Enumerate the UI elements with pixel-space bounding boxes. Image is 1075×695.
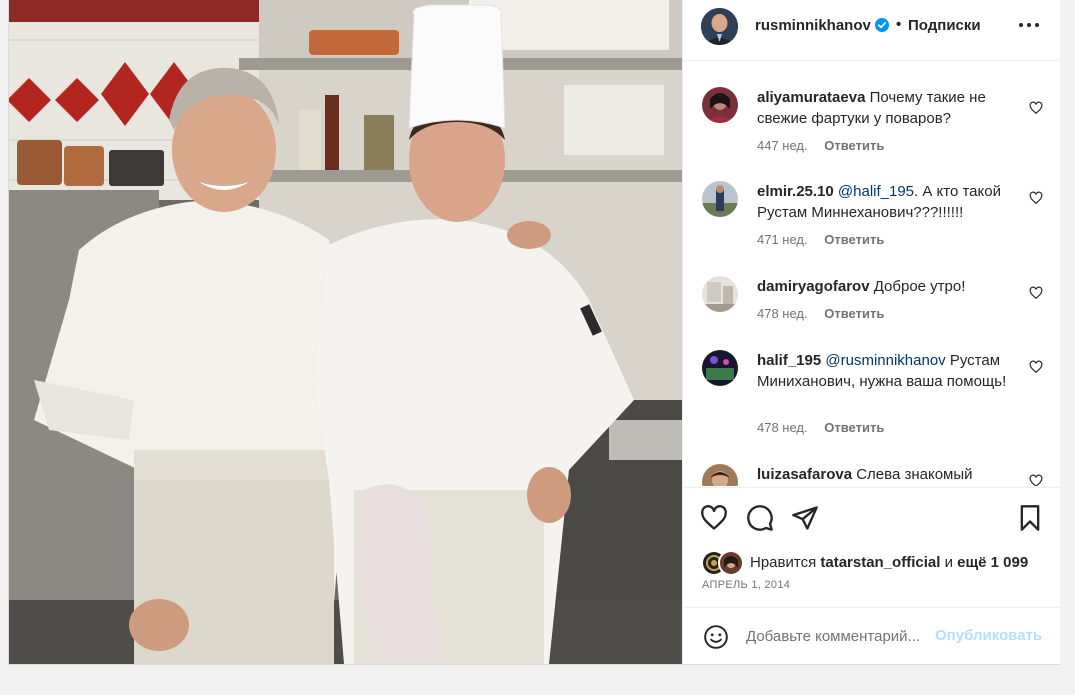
commenter-avatar-image	[702, 181, 738, 217]
comment-text: luizasafarova Слева знакомый	[757, 464, 1012, 485]
likes-summary: Нравится tatarstan_official и ещё 1 099	[750, 554, 1028, 571]
comment-meta: 478 нед. Ответить	[757, 306, 884, 321]
comment-input[interactable]	[746, 625, 926, 647]
comment-age: 478 нед.	[757, 306, 808, 321]
likes-user-link[interactable]: tatarstan_official	[820, 554, 940, 571]
following-button[interactable]: Подписки	[908, 17, 981, 34]
comment-reply-button[interactable]: Ответить	[824, 420, 884, 435]
comment-text: halif_195 @rusminnikhanov Рустам Минихан…	[757, 350, 1012, 392]
comment-meta: 447 нед. Ответить	[757, 138, 884, 153]
likes-conjunction: и	[940, 554, 958, 571]
comment-like-heart-icon[interactable]	[1029, 360, 1043, 374]
post-card: rusminnikhanov • Подписки aliyamurataeva…	[8, 0, 1060, 665]
comment-age: 447 нед.	[757, 138, 808, 153]
kitchen-photo-illustration	[9, 0, 682, 664]
comment-text: aliyamurataeva Почему такие не свежие фа…	[757, 87, 1012, 129]
comment-username[interactable]: luizasafarova	[757, 466, 852, 483]
comment-age: 478 нед.	[757, 420, 808, 435]
comment-text: damiryagofarov Доброе утро!	[757, 276, 1012, 297]
comment-reply-button[interactable]: Ответить	[824, 306, 884, 321]
commenter-avatar[interactable]	[702, 464, 738, 486]
post-photo[interactable]	[9, 0, 682, 664]
comment-mention[interactable]: @halif_195	[838, 183, 914, 200]
commenter-avatar[interactable]	[702, 87, 738, 123]
comment-reply-button[interactable]: Ответить	[824, 232, 884, 247]
comment-body: Доброе утро!	[873, 278, 966, 295]
comment-like-heart-icon[interactable]	[1029, 191, 1043, 205]
author-avatar-image	[701, 8, 738, 45]
comment-username[interactable]: aliyamurataeva	[757, 89, 865, 106]
smiley-icon[interactable]	[703, 624, 729, 650]
paper-plane-icon[interactable]	[791, 504, 819, 532]
comment-reply-button[interactable]: Ответить	[824, 138, 884, 153]
comment-like-heart-icon[interactable]	[1029, 474, 1043, 486]
comment-bubble-icon[interactable]	[746, 504, 774, 532]
comment-meta: 471 нед. Ответить	[757, 232, 884, 247]
post-side-panel: rusminnikhanov • Подписки aliyamurataeva…	[682, 0, 1060, 664]
comment-mention[interactable]: @rusminnikhanov	[825, 352, 945, 369]
add-comment-bar: Опубликовать	[683, 607, 1060, 665]
commenter-avatar-image	[702, 350, 738, 386]
comment-age: 471 нед.	[757, 232, 808, 247]
header-separator: •	[896, 16, 902, 33]
likes-prefix: Нравится	[750, 554, 821, 571]
comment-meta: 478 нед. Ответить	[757, 420, 884, 435]
liker-avatar[interactable]	[718, 550, 744, 576]
commenter-avatar-image	[702, 87, 738, 123]
comment-text: elmir.25.10 @halif_195. А кто такой Руст…	[757, 181, 1012, 223]
comment-username[interactable]: elmir.25.10	[757, 183, 834, 200]
comment-body: Слева знакомый	[856, 466, 973, 483]
comments-list[interactable]: aliyamurataeva Почему такие не свежие фа…	[683, 61, 1060, 486]
comment-like-heart-icon[interactable]	[1029, 286, 1043, 300]
liker-avatar-image	[720, 552, 742, 574]
bookmark-icon[interactable]	[1016, 504, 1044, 532]
verified-badge-icon	[875, 18, 889, 32]
publish-button[interactable]: Опубликовать	[935, 627, 1042, 644]
comment-username[interactable]: damiryagofarov	[757, 278, 870, 295]
more-horizontal-icon[interactable]	[1017, 10, 1041, 40]
author-username[interactable]: rusminnikhanov	[755, 17, 871, 34]
likes-count-link[interactable]: ещё 1 099	[957, 554, 1028, 571]
heart-icon[interactable]	[700, 504, 728, 532]
commenter-avatar-image	[702, 464, 738, 486]
comment-like-heart-icon[interactable]	[1029, 101, 1043, 115]
commenter-avatar-image	[702, 276, 738, 312]
commenter-avatar[interactable]	[702, 350, 738, 386]
author-avatar[interactable]	[701, 8, 738, 45]
post-date[interactable]: АПРЕЛЬ 1, 2014	[702, 579, 790, 591]
commenter-avatar[interactable]	[702, 181, 738, 217]
post-header: rusminnikhanov • Подписки	[683, 0, 1060, 61]
post-actions: Нравится tatarstan_official и ещё 1 099 …	[683, 487, 1060, 598]
commenter-avatar[interactable]	[702, 276, 738, 312]
comment-username[interactable]: halif_195	[757, 352, 821, 369]
